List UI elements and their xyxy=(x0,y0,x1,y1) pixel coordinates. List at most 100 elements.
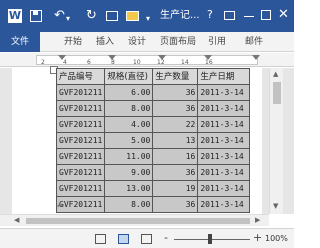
table-cell[interactable]: 9.00 xyxy=(104,164,154,181)
table-row: GVF201211 4.00 22 2011-3-14 xyxy=(55,116,251,133)
tab-references[interactable]: 引用 xyxy=(208,32,226,52)
ruler-number: 6 xyxy=(87,59,91,66)
table-row: GVF201211 8.00 36 2011-3-14 xyxy=(55,196,251,213)
scroll-up-icon[interactable]: ▲ xyxy=(273,70,278,78)
table-header-cell[interactable]: 规格(直径) xyxy=(104,68,154,85)
customize-quick-access-icon[interactable]: ▾ xyxy=(146,11,150,27)
ribbon-tab-bar: 文件 开始 插入 设计 页面布局 引用 邮件 xyxy=(0,32,294,52)
table-cell[interactable]: 16 xyxy=(152,148,199,165)
table-row: GVF201211 11.00 16 2011-3-14 xyxy=(55,148,251,165)
table-cell[interactable]: 8.00 xyxy=(104,196,154,213)
tab-design[interactable]: 设计 xyxy=(128,32,146,52)
table-cell[interactable]: 4.00 xyxy=(104,116,154,133)
column-marker-icon[interactable] xyxy=(204,55,212,60)
table-header-cell[interactable]: 生产日期 xyxy=(197,68,251,85)
paragraph-mark-icon: ↵ xyxy=(57,202,63,210)
table-row: GVF201211 6.00 36 2011-3-14 xyxy=(55,84,251,101)
zoom-slider-thumb[interactable] xyxy=(208,234,212,244)
table-cell[interactable]: GVF201211 xyxy=(55,196,106,213)
tab-insert[interactable]: 插入 xyxy=(96,32,114,52)
tab-page-layout[interactable]: 页面布局 xyxy=(160,32,196,52)
document-area: 产品编号 规格(直径) 生产数量 生产日期 GVF201211 6.00 36 … xyxy=(0,66,269,214)
save-icon[interactable] xyxy=(30,10,42,22)
read-mode-icon[interactable] xyxy=(95,234,106,244)
column-marker-icon[interactable] xyxy=(252,55,260,60)
table-cell[interactable]: GVF201211 xyxy=(55,100,106,117)
folder-icon[interactable] xyxy=(126,11,139,21)
table-header-cell[interactable]: 生产数量 xyxy=(152,68,199,85)
zoom-level[interactable]: 100% xyxy=(265,233,288,245)
table-cell[interactable]: GVF201211 xyxy=(55,116,106,133)
table-cell[interactable]: 19 xyxy=(152,180,199,197)
product-table[interactable]: 产品编号 规格(直径) 生产数量 生产日期 GVF201211 6.00 36 … xyxy=(55,68,251,213)
table-cell[interactable]: 8.00 xyxy=(104,100,154,117)
column-marker-icon[interactable] xyxy=(108,55,116,60)
zoom-in-button[interactable]: + xyxy=(253,231,262,245)
scroll-right-icon[interactable]: ▶ xyxy=(255,216,260,224)
table-cell[interactable]: 2011-3-14 xyxy=(197,196,251,213)
table-cell[interactable]: 2011-3-14 xyxy=(197,148,251,165)
table-cell[interactable]: 2011-3-14 xyxy=(197,84,251,101)
ruler-number: 14 xyxy=(181,59,189,66)
table-header-cell[interactable]: 产品编号 xyxy=(55,68,106,85)
table-cell[interactable]: GVF201211 xyxy=(55,164,106,181)
column-marker-icon[interactable] xyxy=(158,55,166,60)
maximize-icon[interactable] xyxy=(261,10,271,20)
scroll-left-icon[interactable]: ◀ xyxy=(14,216,19,224)
table-cell[interactable]: 22 xyxy=(152,116,199,133)
print-layout-icon[interactable] xyxy=(118,234,129,244)
table-cell[interactable]: 2011-3-14 xyxy=(197,132,251,149)
table-cell[interactable]: 36 xyxy=(152,84,199,101)
right-margin-area xyxy=(283,68,294,214)
tab-home[interactable]: 开始 xyxy=(64,32,82,52)
table-cell[interactable]: 36 xyxy=(152,100,199,117)
table-cell[interactable]: GVF201211 xyxy=(55,132,106,149)
horizontal-ruler: 2 4 6 8 10 12 14 16 xyxy=(0,53,294,67)
table-row: GVF201211 8.00 36 2011-3-14 xyxy=(55,100,251,117)
table-cell[interactable]: 2011-3-14 xyxy=(197,116,251,133)
ribbon-display-options-icon[interactable] xyxy=(224,11,235,20)
minimize-icon[interactable] xyxy=(244,16,254,17)
table-row: GVF201211 9.00 36 2011-3-14 xyxy=(55,164,251,181)
table-cell[interactable]: 2011-3-14 xyxy=(197,100,251,117)
ruler-number: 10 xyxy=(133,59,141,66)
undo-dropdown-icon[interactable]: ▾ xyxy=(66,11,70,27)
zoom-out-button[interactable]: - xyxy=(164,231,168,245)
ruler-scale: 2 4 6 8 10 12 14 16 xyxy=(36,55,258,66)
table-cell[interactable]: 6.00 xyxy=(104,84,154,101)
close-icon[interactable]: ✕ xyxy=(278,7,289,23)
undo-icon[interactable]: ↶ xyxy=(54,8,65,24)
table-cell[interactable]: 2011-3-14 xyxy=(197,164,251,181)
scroll-down-icon[interactable]: ▼ xyxy=(273,202,278,210)
table-cell[interactable]: GVF201211 xyxy=(55,84,106,101)
help-button[interactable]: ? xyxy=(207,7,213,23)
column-marker-icon[interactable] xyxy=(58,55,66,60)
word-logo-icon: W xyxy=(8,9,22,23)
table-cell[interactable]: GVF201211 xyxy=(55,148,106,165)
table-cell[interactable]: 13 xyxy=(152,132,199,149)
table-cell[interactable]: 36 xyxy=(152,164,199,181)
ruler-number: 2 xyxy=(41,59,45,66)
tab-mailings[interactable]: 邮件 xyxy=(245,32,263,52)
table-cell[interactable]: 36 xyxy=(152,196,199,213)
table-row: GVF201211 5.00 13 2011-3-14 xyxy=(55,132,251,149)
redo-icon[interactable]: ↻ xyxy=(86,8,97,24)
title-bar: W ↶ ▾ ↻ ▾ 生产记... ? ✕ xyxy=(0,0,294,32)
horizontal-scroll-thumb[interactable] xyxy=(26,218,250,224)
tab-file[interactable]: 文件 xyxy=(0,32,40,52)
table-cell[interactable]: 13.00 xyxy=(104,180,154,197)
table-header-row: 产品编号 规格(直径) 生产数量 生产日期 xyxy=(55,68,251,85)
document-page[interactable]: 产品编号 规格(直径) 生产数量 生产日期 GVF201211 6.00 36 … xyxy=(12,66,262,214)
web-layout-icon[interactable] xyxy=(141,234,152,244)
horizontal-scrollbar[interactable]: ◀ ▶ xyxy=(0,214,269,226)
vertical-scroll-thumb[interactable] xyxy=(273,82,281,104)
zoom-slider[interactable] xyxy=(174,239,250,240)
vertical-scrollbar[interactable]: ▲ ▼ xyxy=(269,68,283,214)
table-cell[interactable]: 11.00 xyxy=(104,148,154,165)
table-cell[interactable]: 2011-3-14 xyxy=(197,180,251,197)
document-title: 生产记... xyxy=(160,10,200,21)
status-bar: - + 100% xyxy=(0,228,294,248)
print-icon[interactable] xyxy=(106,11,118,21)
table-cell[interactable]: GVF201211 xyxy=(55,180,106,197)
table-cell[interactable]: 5.00 xyxy=(104,132,154,149)
